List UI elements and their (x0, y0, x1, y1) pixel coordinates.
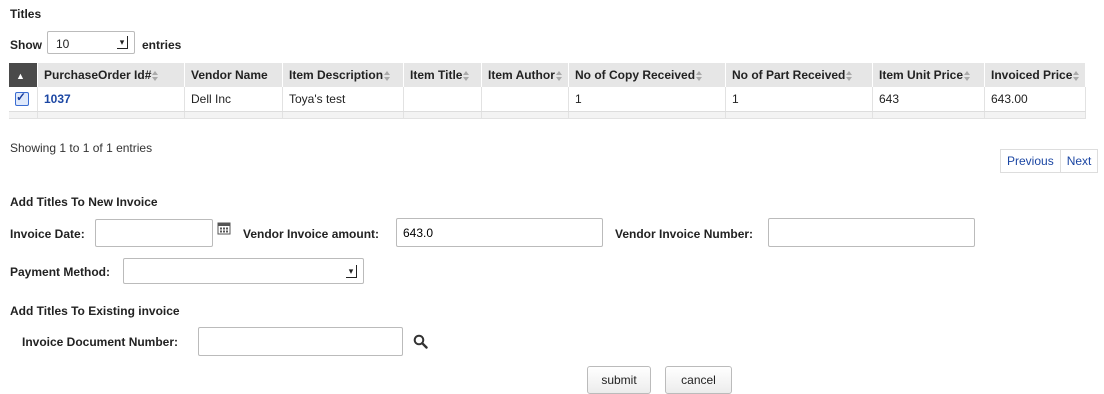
invoiced-price-cell: 643.00 (984, 87, 1087, 112)
table-row: 1037 Dell Inc Toya's test 1 1 643 643.00 (9, 87, 1087, 112)
col-po-id-header[interactable]: PurchaseOrder Id# (37, 63, 185, 87)
table-info: Showing 1 to 1 of 1 entries (10, 141, 153, 155)
next-page-button[interactable]: Next (1061, 150, 1098, 172)
sort-toggle-header[interactable]: ▲ (9, 63, 38, 87)
row-select-cell (9, 87, 38, 112)
payment-method-label: Payment Method: (10, 265, 111, 279)
dropdown-arrow-icon: ▾ (117, 36, 128, 49)
previous-page-button[interactable]: Previous (1001, 150, 1061, 172)
payment-method-select[interactable]: ▾ (123, 258, 364, 284)
col-invoiced-price-header[interactable]: Invoiced Price (984, 63, 1087, 87)
item-author-cell (481, 87, 569, 112)
table-header-row: ▲ PurchaseOrder Id# Vendor Name Item Des… (9, 63, 1087, 87)
pagination: Previous Next (1000, 149, 1099, 173)
dropdown-arrow-icon: ▾ (346, 265, 357, 278)
doc-number-label: Invoice Document Number: (22, 335, 179, 349)
copies-received-cell: 1 (568, 87, 726, 112)
sort-icon (1073, 70, 1080, 81)
titles-table: ▲ PurchaseOrder Id# Vendor Name Item Des… (9, 63, 1087, 119)
unit-price-cell: 643 (872, 87, 985, 112)
entries-label: entries (142, 38, 182, 52)
sort-icon (463, 70, 470, 81)
col-unit-price-header[interactable]: Item Unit Price (872, 63, 985, 87)
calendar-icon[interactable] (217, 221, 231, 235)
sort-icon (384, 70, 391, 81)
invoice-date-input[interactable] (95, 219, 213, 247)
sort-icon (696, 70, 703, 81)
col-item-description-header[interactable]: Item Description (282, 63, 404, 87)
item-description-cell: Toya's test (282, 87, 404, 112)
entries-per-page-select[interactable]: 10 ▾ (47, 31, 135, 54)
table-footer-row (9, 111, 1087, 119)
doc-number-input[interactable] (198, 327, 403, 356)
invoice-date-label: Invoice Date: (10, 227, 85, 241)
search-icon[interactable] (413, 334, 428, 349)
vendor-number-label: Vendor Invoice Number: (615, 227, 754, 241)
col-parts-received-header[interactable]: No of Part Received (725, 63, 873, 87)
col-vendor-name-header[interactable]: Vendor Name (184, 63, 283, 87)
sort-up-icon: ▲ (16, 71, 25, 81)
sort-icon (846, 70, 853, 81)
vendor-amount-label: Vendor Invoice amount: (243, 227, 380, 241)
existing-invoice-heading: Add Titles To Existing invoice (10, 304, 180, 318)
po-id-link[interactable]: 1037 (44, 92, 71, 106)
col-item-title-header[interactable]: Item Title (403, 63, 482, 87)
po-id-cell: 1037 (37, 87, 185, 112)
new-invoice-heading: Add Titles To New Invoice (10, 195, 158, 209)
submit-button[interactable]: submit (587, 366, 651, 394)
col-copies-received-header[interactable]: No of Copy Received (568, 63, 726, 87)
sort-icon (152, 70, 159, 81)
sort-icon (964, 70, 971, 81)
vendor-name-cell: Dell Inc (184, 87, 283, 112)
entries-per-page-value: 10 (56, 37, 70, 51)
col-item-author-header[interactable]: Item Author (481, 63, 569, 87)
sort-icon (555, 70, 562, 81)
cancel-button[interactable]: cancel (665, 366, 732, 394)
row-checkbox[interactable] (15, 90, 29, 107)
vendor-number-input[interactable] (768, 218, 975, 247)
parts-received-cell: 1 (725, 87, 873, 112)
titles-heading: Titles (10, 7, 42, 21)
show-label: Show (10, 38, 42, 52)
vendor-amount-input[interactable] (396, 218, 603, 247)
item-title-cell (403, 87, 482, 112)
